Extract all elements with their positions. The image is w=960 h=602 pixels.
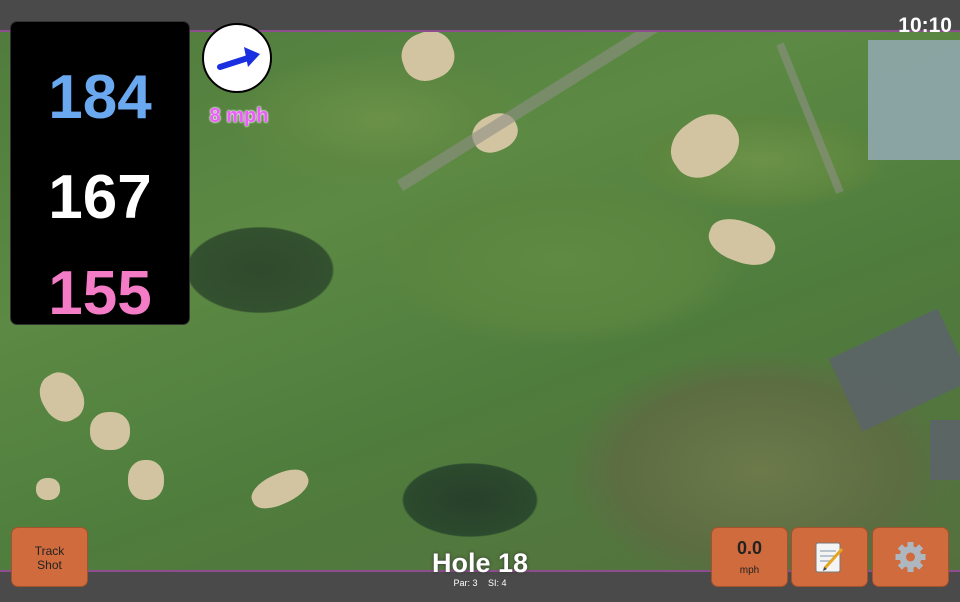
bunker — [660, 102, 750, 190]
bunker — [128, 460, 164, 500]
building — [868, 40, 960, 160]
hole-title: Hole 18 — [431, 548, 529, 578]
track-shot-label-1: Track — [34, 544, 65, 558]
settings-button[interactable] — [873, 528, 948, 586]
bunker — [395, 24, 461, 88]
bunker — [246, 462, 314, 516]
bunker — [703, 211, 781, 273]
wind-indicator — [202, 23, 272, 93]
distance-front: 155 — [48, 259, 152, 328]
notepad-icon — [815, 542, 844, 573]
bunker — [32, 365, 92, 429]
speed-button[interactable]: 0.0 mph — [712, 528, 787, 586]
clock: 10:10 — [898, 14, 952, 37]
gear-icon — [895, 542, 926, 572]
distance-middle: 167 — [48, 163, 152, 232]
bunker — [36, 478, 60, 500]
speed-unit: mph — [739, 565, 760, 576]
track-shot-label-2: Shot — [37, 558, 62, 572]
wind-arrow-icon — [217, 47, 260, 70]
distance-back: 184 — [48, 63, 152, 132]
speed-value: 0.0 — [736, 538, 763, 558]
building — [828, 308, 960, 432]
hole-par: Par: 3 — [453, 578, 478, 588]
cart-path — [776, 42, 844, 194]
hole-info: Par: 3 SI: 4 — [380, 578, 580, 588]
hole-si: SI: 4 — [488, 578, 507, 588]
building — [930, 420, 960, 480]
track-shot-button[interactable]: Track Shot — [12, 528, 87, 586]
bunker — [90, 412, 130, 450]
distance-panel: 184 167 155 — [11, 22, 189, 328]
wind-speed: 8 mph — [209, 105, 269, 127]
notes-button[interactable] — [792, 528, 867, 586]
